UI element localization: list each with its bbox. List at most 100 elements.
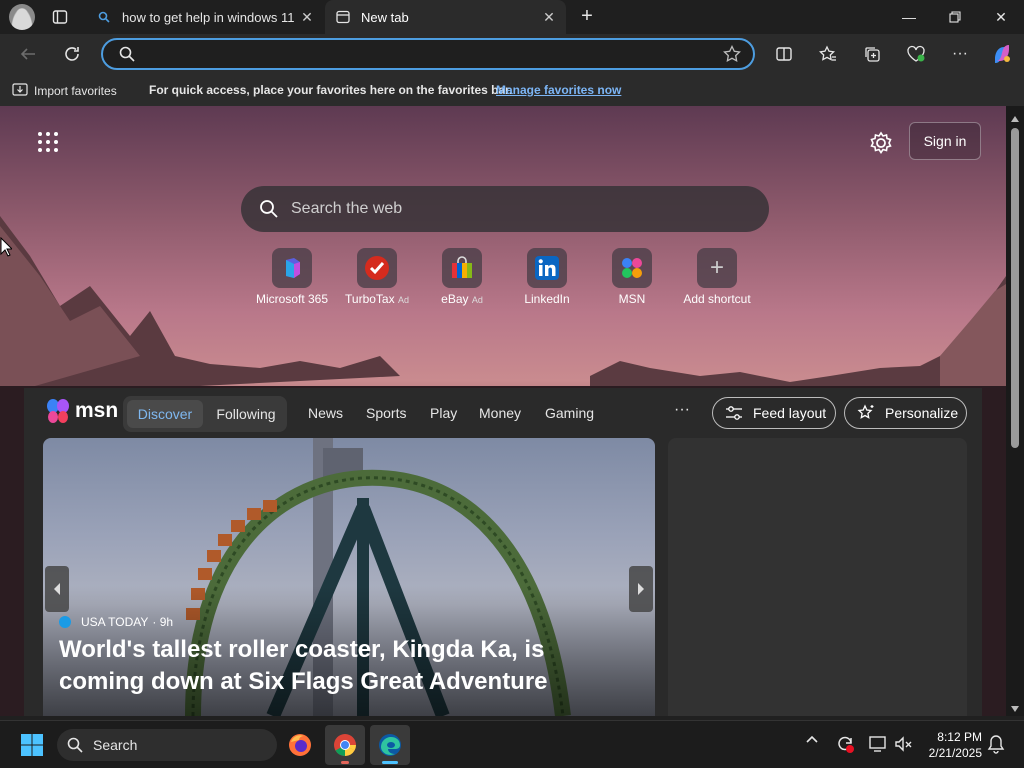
search-icon <box>67 737 83 753</box>
nav-money[interactable]: Money <box>479 405 521 421</box>
close-tab-icon[interactable]: ✕ <box>538 9 560 26</box>
new-tab-page: Sign in Search the web Microsoft 365 Tur… <box>0 106 1006 716</box>
collections-icon[interactable] <box>858 40 886 68</box>
sync-alert-icon[interactable] <box>835 734 855 757</box>
page-settings-gear-icon[interactable] <box>866 128 896 158</box>
copilot-icon[interactable] <box>988 40 1016 68</box>
back-icon[interactable] <box>14 40 42 68</box>
tab-help-search[interactable]: how to get help in windows 11 - S ✕ <box>86 0 324 34</box>
navigation-toolbar: ··· <box>0 34 1024 74</box>
favorites-icon[interactable] <box>814 40 842 68</box>
browser-essentials-icon[interactable] <box>902 40 930 68</box>
shortcut-ebay[interactable]: eBay Ad <box>419 248 505 306</box>
nav-news[interactable]: News <box>308 405 343 421</box>
scrollbar-thumb[interactable] <box>1011 128 1019 448</box>
nav-play[interactable]: Play <box>430 405 457 421</box>
msn-icon <box>612 248 652 288</box>
scroll-up-arrow-icon[interactable] <box>1010 110 1020 128</box>
address-bar[interactable] <box>101 38 755 70</box>
new-tab-plus-icon[interactable]: + <box>574 4 600 30</box>
windows-taskbar: Search 8:12 PM 2/21/2025 <box>0 720 1024 768</box>
web-search-box[interactable]: Search the web <box>241 186 769 232</box>
shortcut-label: Add shortcut <box>683 292 751 306</box>
volume-muted-icon[interactable] <box>893 734 913 757</box>
shortcut-turbotax[interactable]: TurboTax Ad <box>334 248 420 306</box>
search-placeholder: Search the web <box>291 200 403 217</box>
show-hidden-icons-chevron-icon[interactable] <box>805 732 819 749</box>
shortcut-microsoft-365[interactable]: Microsoft 365 <box>249 248 335 306</box>
tab-bar: how to get help in windows 11 - S ✕ New … <box>0 0 1024 34</box>
clock-time: 8:12 PM <box>937 730 982 744</box>
feed-layout-button[interactable]: Feed layout <box>712 397 836 429</box>
shortcut-label: LinkedIn <box>524 292 570 306</box>
running-indicator <box>382 761 398 764</box>
shortcut-msn[interactable]: MSN <box>589 248 675 306</box>
msn-butterfly-icon <box>47 399 69 423</box>
add-favorite-star-icon[interactable] <box>723 44 741 68</box>
close-tab-icon[interactable]: ✕ <box>296 9 318 26</box>
more-categories-button[interactable]: ··· <box>674 401 690 419</box>
microsoft-365-icon <box>272 248 312 288</box>
carousel-prev-arrow-icon[interactable] <box>45 566 69 612</box>
nav-gaming[interactable]: Gaming <box>545 405 594 421</box>
msn-feed: msn Discover Following News Sports Play … <box>24 388 982 716</box>
ad-badge: Ad <box>397 295 409 305</box>
carousel-next-arrow-icon[interactable] <box>629 566 653 612</box>
network-display-icon[interactable] <box>868 734 888 757</box>
source-name: USA TODAY <box>81 615 149 629</box>
mouse-cursor-icon <box>0 236 14 262</box>
personalize-button[interactable]: Personalize <box>844 397 967 429</box>
msn-logo[interactable]: msn <box>44 398 118 424</box>
edge-icon[interactable] <box>370 725 410 765</box>
tab-new-tab[interactable]: New tab ✕ <box>325 0 566 34</box>
refresh-icon[interactable] <box>58 40 86 68</box>
sparkle-star-icon <box>857 404 874 419</box>
sign-in-button[interactable]: Sign in <box>909 122 981 160</box>
msn-brand: msn <box>75 399 119 422</box>
system-clock[interactable]: 8:12 PM 2/21/2025 <box>912 729 982 761</box>
article-age: · 9h <box>152 615 174 629</box>
favorites-bar: Import favorites For quick access, place… <box>0 74 1024 106</box>
close-window-icon[interactable]: ✕ <box>978 0 1024 34</box>
restore-icon[interactable] <box>932 0 978 34</box>
shortcut-label: eBay <box>441 292 469 306</box>
feed-segment-control: Discover Following <box>123 396 287 432</box>
shortcut-label: MSN <box>618 292 646 306</box>
hero-headline[interactable]: World's tallest roller coaster, Kingda K… <box>59 634 629 698</box>
profile-avatar-icon[interactable] <box>9 4 35 30</box>
side-card-placeholder <box>668 438 967 716</box>
minimize-icon[interactable]: — <box>886 0 932 34</box>
hero-news-card[interactable]: USA TODAY · 9h World's tallest roller co… <box>43 438 655 716</box>
taskbar-search[interactable]: Search <box>57 729 277 761</box>
notifications-bell-icon[interactable] <box>987 734 1005 757</box>
taskbar-search-label: Search <box>93 737 138 753</box>
shortcut-linkedin[interactable]: LinkedIn <box>504 248 590 306</box>
search-icon <box>119 46 135 67</box>
tab-title: New tab <box>361 9 409 25</box>
nav-sports[interactable]: Sports <box>366 405 406 421</box>
chrome-icon[interactable] <box>325 725 365 765</box>
address-input[interactable] <box>143 44 703 64</box>
linkedin-icon <box>527 248 567 288</box>
import-favorites-button[interactable]: Import favorites <box>12 82 117 99</box>
new-tab-page-icon <box>335 9 351 25</box>
feed-layout-label: Feed layout <box>753 405 827 421</box>
apps-grid-icon[interactable] <box>36 130 60 154</box>
tab-discover[interactable]: Discover <box>127 400 203 428</box>
turbotax-icon <box>357 248 397 288</box>
scroll-down-arrow-icon[interactable] <box>1010 700 1020 718</box>
running-indicator <box>341 761 349 764</box>
tab-following[interactable]: Following <box>209 400 283 428</box>
tab-actions-icon[interactable] <box>46 5 74 29</box>
manage-favorites-link[interactable]: Manage favorites now <box>496 83 621 97</box>
search-icon <box>260 200 278 218</box>
search-icon <box>96 9 112 25</box>
split-screen-icon[interactable] <box>770 40 798 68</box>
shortcut-add[interactable]: + Add shortcut <box>674 248 760 306</box>
firefox-icon[interactable] <box>280 725 320 765</box>
ad-badge: Ad <box>471 295 483 305</box>
windows-start-icon[interactable] <box>20 733 44 757</box>
ebay-bag-icon <box>442 248 482 288</box>
page-scrollbar[interactable] <box>1006 106 1024 716</box>
settings-and-more-icon[interactable]: ··· <box>946 40 974 68</box>
